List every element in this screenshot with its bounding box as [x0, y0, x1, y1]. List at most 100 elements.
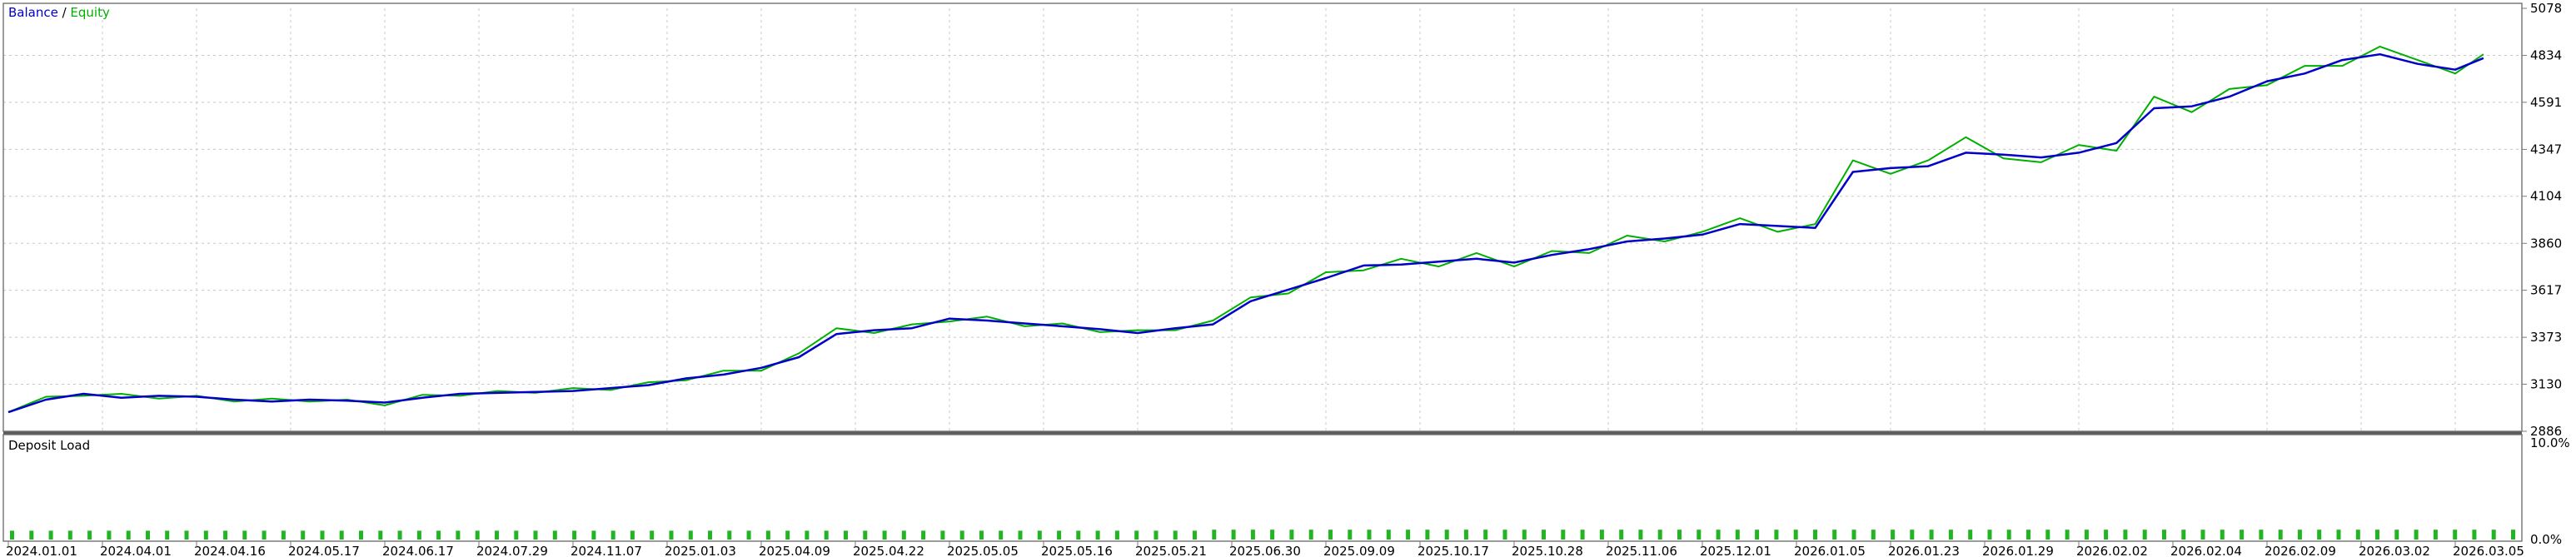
deposit-load-bar	[669, 530, 674, 540]
deposit-load-bar	[591, 530, 596, 540]
deposit-load-bar	[1502, 530, 1507, 540]
deposit-load-bar	[1851, 530, 1856, 540]
deposit-load-bar	[1114, 530, 1119, 540]
deposit-load-bar	[1212, 530, 1217, 540]
deposit-load-bars	[10, 530, 2515, 540]
deposit-load-bar	[1697, 530, 1702, 540]
deposit-load-bar	[1463, 530, 1468, 540]
deposit-load-bar	[1289, 530, 1294, 540]
deposit-load-bar	[203, 530, 208, 540]
deposit-load-bar	[359, 530, 363, 540]
deposit-load-bar	[1716, 530, 1721, 540]
deposit-load-bar	[1987, 530, 1992, 540]
deposit-load-bar	[959, 530, 964, 540]
deposit-load-bar	[921, 530, 926, 540]
deposit-load-bar	[1542, 530, 1546, 540]
deposit-load-bar	[126, 530, 131, 540]
deposit-load-bar	[1774, 530, 1779, 540]
deposit-load-y-tick-label: 0.0%	[2530, 532, 2562, 547]
x-tick-label: 2026.01.29	[1982, 544, 2054, 557]
deposit-load-pane-frame	[2, 434, 2523, 542]
deposit-load-bar	[2084, 530, 2089, 540]
grid-layer	[3, 8, 2522, 431]
deposit-load-bar	[1406, 530, 1411, 540]
deposit-load-bar	[2220, 530, 2225, 540]
deposit-load-bar	[1813, 530, 1817, 540]
deposit-load-bar	[1425, 530, 1430, 540]
deposit-load-bar	[2414, 530, 2419, 540]
x-tick-label: 2024.04.01	[100, 544, 172, 557]
deposit-load-bar	[262, 530, 267, 540]
deposit-load-bar	[1308, 530, 1313, 540]
legend-separator: /	[58, 5, 71, 20]
deposit-load-bar	[2045, 530, 2050, 540]
deposit-load-bar	[1561, 530, 1566, 540]
legend-equity: Equity	[70, 5, 110, 20]
deposit-load-bar	[397, 530, 402, 540]
deposit-load-bar	[48, 530, 53, 540]
deposit-load-bar	[824, 530, 829, 540]
deposit-load-bar	[572, 530, 577, 540]
deposit-load-bar	[2162, 530, 2166, 540]
x-tick-label: 2025.01.03	[665, 544, 736, 557]
deposit-load-bar	[863, 530, 868, 540]
deposit-load-bar	[1367, 530, 1372, 540]
x-tick-label: 2025.06.30	[1229, 544, 1301, 557]
y-tick-label: 4347	[2530, 142, 2562, 157]
deposit-load-bar	[10, 530, 14, 540]
deposit-load-bar	[1444, 530, 1449, 540]
x-tick-label: 2025.04.22	[853, 544, 924, 557]
deposit-load-bar	[1929, 530, 1934, 540]
deposit-load-bar	[87, 530, 92, 540]
deposit-load-bar	[844, 530, 848, 540]
deposit-load-bar	[1793, 530, 1798, 540]
deposit-load-bar	[1657, 530, 1662, 540]
y-tick-label: 3617	[2530, 283, 2562, 298]
deposit-load-bar	[1599, 530, 1604, 540]
deposit-load-bar	[378, 530, 383, 540]
deposit-load-bar	[2026, 530, 2030, 540]
x-tick-label: 2025.05.16	[1041, 544, 1113, 557]
deposit-load-bar	[1173, 530, 1178, 540]
deposit-load-bar	[2317, 530, 2322, 540]
deposit-load-bar	[1871, 530, 1876, 540]
x-tick-label: 2026.01.05	[1794, 544, 1866, 557]
y-tick-label: 4834	[2530, 48, 2562, 63]
deposit-load-bar	[2123, 530, 2128, 540]
x-tick-label: 2025.09.09	[1323, 544, 1395, 557]
y-tick-label: 5078	[2530, 1, 2562, 16]
deposit-load-bar	[2006, 530, 2011, 540]
x-tick-label: 2026.02.04	[2170, 544, 2242, 557]
deposit-load-bar	[708, 530, 712, 540]
deposit-load-bar	[533, 530, 538, 540]
deposit-load-bar	[746, 530, 751, 540]
deposit-load-bar	[2375, 530, 2379, 540]
x-tick-label: 2024.04.16	[194, 544, 266, 557]
deposit-load-bar	[1250, 530, 1255, 540]
deposit-load-bar	[223, 530, 228, 540]
x-tick-label: 2025.05.21	[1135, 544, 1207, 557]
deposit-load-bar	[1910, 530, 1915, 540]
deposit-load-bar	[785, 530, 790, 540]
deposit-load-bar	[514, 530, 519, 540]
y-tick-label: 4104	[2530, 189, 2562, 204]
x-tick-label: 2024.07.29	[476, 544, 548, 557]
deposit-load-bar	[456, 530, 461, 540]
y-tick-label: 4591	[2530, 95, 2562, 110]
deposit-load-bar	[339, 530, 344, 540]
deposit-load-bar	[320, 530, 325, 540]
x-tick-label: 2026.02.09	[2265, 544, 2336, 557]
deposit-load-bar	[1018, 530, 1023, 540]
deposit-load-bar	[1037, 530, 1042, 540]
deposit-load-bar	[1076, 530, 1081, 540]
balance-line	[7, 52, 2484, 414]
deposit-load-y-tick-label: 10.0%	[2530, 435, 2570, 450]
deposit-load-bar	[1483, 530, 1488, 540]
deposit-load-bar	[2472, 530, 2477, 540]
x-tick-label: 2026.02.02	[2076, 544, 2148, 557]
y-tick-label: 3373	[2530, 330, 2562, 345]
deposit-load-bar	[2240, 530, 2245, 540]
deposit-load-bar	[688, 530, 693, 540]
deposit-load-y-ticks: 10.0% 0.0%	[2530, 435, 2570, 547]
deposit-load-bar	[979, 530, 984, 540]
